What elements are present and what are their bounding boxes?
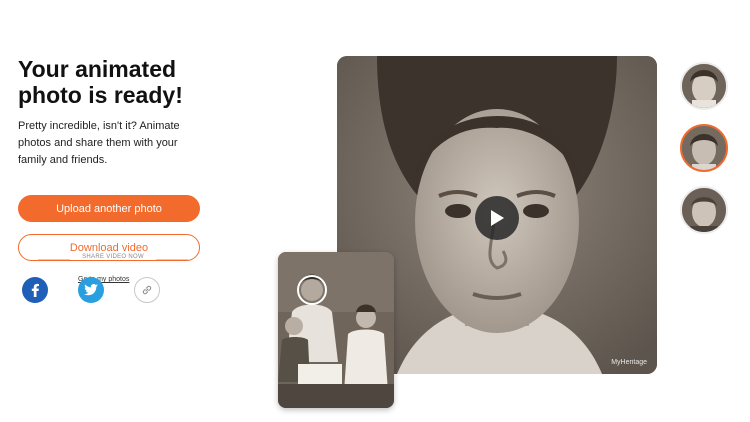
title-line-1: Your animated (18, 56, 177, 82)
play-button[interactable] (475, 196, 519, 240)
original-photo-thumbnail[interactable] (278, 252, 394, 408)
face-image-2 (682, 126, 726, 170)
share-divider-right (156, 259, 188, 260)
face-thumbnail-1[interactable] (680, 62, 728, 110)
share-divider-left (38, 259, 70, 260)
share-label: SHARE VIDEO NOW (82, 254, 144, 260)
copy-link-button[interactable] (134, 277, 160, 303)
title-line-2: photo is ready! (18, 82, 183, 108)
page-title: Your animated photo is ready! (18, 56, 208, 108)
link-icon (142, 285, 152, 295)
left-panel: Your animated photo is ready! Pretty inc… (18, 56, 208, 283)
face-thumbnail-3[interactable] (680, 186, 728, 234)
twitter-share-button[interactable] (78, 277, 104, 303)
face-image-1 (682, 64, 726, 108)
face-thumbnail-2-selected[interactable] (680, 124, 728, 172)
watermark-logo: MyHeritage (611, 359, 647, 366)
play-icon (491, 210, 504, 226)
upload-another-photo-button[interactable]: Upload another photo (18, 195, 200, 222)
group-photo-image (278, 252, 394, 408)
facebook-share-button[interactable] (22, 277, 48, 303)
share-section: SHARE VIDEO NOW (38, 254, 188, 264)
face-image-3 (682, 188, 726, 232)
page-description: Pretty incredible, isn't it? Animate pho… (18, 120, 180, 166)
face-selection-ring (297, 275, 327, 305)
facebook-icon (31, 283, 39, 297)
twitter-icon (84, 284, 98, 296)
